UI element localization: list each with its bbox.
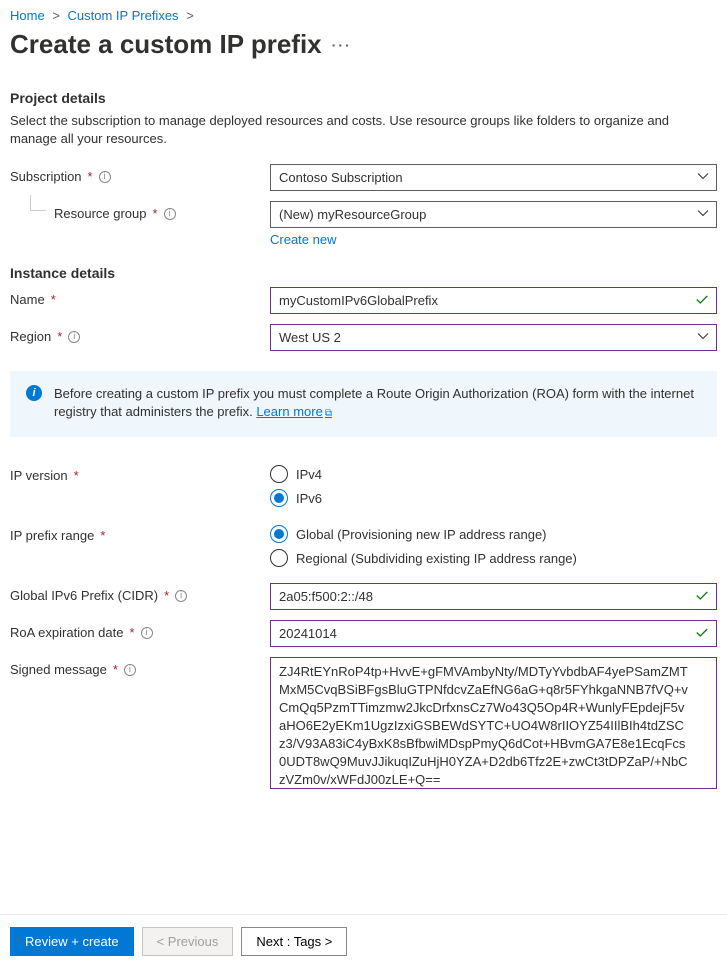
roa-expiration-label: RoA expiration date* i <box>10 620 270 640</box>
info-icon[interactable]: i <box>68 331 80 343</box>
footer-actions: Review + create < Previous Next : Tags > <box>0 914 727 968</box>
ip-version-label: IP version* <box>10 463 270 483</box>
ip-prefix-range-global-radio[interactable]: Global (Provisioning new IP address rang… <box>270 525 717 543</box>
check-icon <box>695 588 709 605</box>
learn-more-link[interactable]: Learn more⧉ <box>256 404 332 419</box>
name-label: Name* <box>10 287 270 307</box>
more-icon[interactable]: ··· <box>332 37 352 53</box>
info-icon[interactable]: i <box>124 664 136 676</box>
region-select[interactable] <box>270 324 717 351</box>
project-details-desc: Select the subscription to manage deploy… <box>10 112 717 148</box>
info-icon[interactable]: i <box>141 627 153 639</box>
info-icon[interactable]: i <box>99 171 111 183</box>
breadcrumb-home[interactable]: Home <box>10 8 45 23</box>
resource-group-select[interactable] <box>270 201 717 228</box>
cidr-label: Global IPv6 Prefix (CIDR)* i <box>10 583 270 603</box>
breadcrumb-custom-ip-prefixes[interactable]: Custom IP Prefixes <box>68 8 179 23</box>
previous-button: < Previous <box>142 927 234 956</box>
signed-message-textarea[interactable] <box>270 657 717 789</box>
chevron-right-icon: > <box>52 8 60 23</box>
breadcrumb: Home > Custom IP Prefixes > <box>10 8 717 23</box>
ip-version-ipv6-radio[interactable]: IPv6 <box>270 489 717 507</box>
review-create-button[interactable]: Review + create <box>10 927 134 956</box>
name-input[interactable] <box>270 287 717 314</box>
region-label: Region* i <box>10 324 270 344</box>
ip-prefix-range-regional-radio[interactable]: Regional (Subdividing existing IP addres… <box>270 549 717 567</box>
external-link-icon: ⧉ <box>325 408 332 419</box>
next-tags-button[interactable]: Next : Tags > <box>241 927 347 956</box>
section-instance-details: Instance details <box>10 265 717 281</box>
info-icon[interactable]: i <box>175 590 187 602</box>
page-title: Create a custom IP prefix ··· <box>10 29 717 60</box>
create-new-link[interactable]: Create new <box>270 232 336 247</box>
roa-info-box: i Before creating a custom IP prefix you… <box>10 371 717 437</box>
chevron-right-icon: > <box>186 8 194 23</box>
signed-message-label: Signed message* i <box>10 657 270 677</box>
info-icon[interactable]: i <box>164 208 176 220</box>
check-icon <box>695 292 709 309</box>
info-icon: i <box>26 385 42 401</box>
resource-group-label: Resource group* i <box>10 201 270 221</box>
cidr-input[interactable] <box>270 583 717 610</box>
section-project-details: Project details <box>10 90 717 106</box>
roa-expiration-input[interactable] <box>270 620 717 647</box>
subscription-select[interactable] <box>270 164 717 191</box>
subscription-label: Subscription* i <box>10 164 270 184</box>
ip-version-ipv4-radio[interactable]: IPv4 <box>270 465 717 483</box>
check-icon <box>695 625 709 642</box>
ip-prefix-range-label: IP prefix range* <box>10 523 270 543</box>
